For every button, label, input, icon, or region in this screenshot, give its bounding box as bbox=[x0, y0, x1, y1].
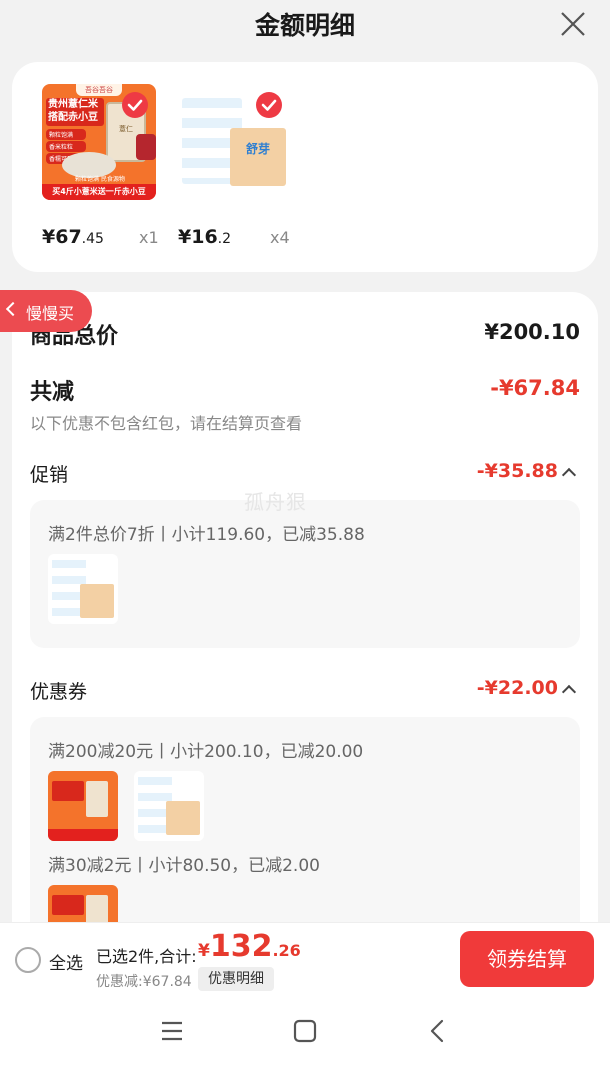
product-title-line2: 搭配赤小豆 bbox=[48, 112, 98, 123]
watermark: 孤舟狠 bbox=[244, 490, 307, 514]
product-tag: 颗粒饱满 bbox=[46, 129, 86, 140]
coupon-value[interactable]: -¥22.00 bbox=[477, 677, 558, 699]
amount-detail-card: 商品总价 ¥200.10 共减 -¥67.84 以下优惠不包含红包，请在结算页查… bbox=[12, 292, 598, 957]
selected-summary: 已选2件,合计: bbox=[96, 947, 197, 966]
total-reduce-label: 共减 bbox=[30, 380, 75, 405]
product-quantity: x4 bbox=[270, 228, 290, 247]
price-integer: ¥16 bbox=[178, 226, 218, 248]
tissue-brand: 舒芽 bbox=[245, 142, 270, 156]
chevron-left-icon bbox=[5, 301, 21, 317]
close-icon[interactable] bbox=[560, 11, 586, 37]
back-icon[interactable] bbox=[428, 1019, 446, 1043]
promotion-value[interactable]: -¥35.88 bbox=[477, 460, 558, 482]
product-card: 吾谷吾谷 贵州薏仁米 搭配赤小豆 颗粒饱满 香米粒粒 香糯可口 薏仁 颗粒饱满 … bbox=[12, 62, 598, 272]
price-decimal: .45 bbox=[81, 231, 104, 247]
product-price: ¥67.45 bbox=[42, 226, 104, 248]
product-tag: 香米粒粒 bbox=[46, 141, 86, 152]
coupon-line: 满30减2元丨小计80.50，已减2.00 bbox=[48, 856, 320, 876]
checkout-button[interactable]: 领券结算 bbox=[460, 931, 594, 987]
product-brand-label: 吾谷吾谷 bbox=[76, 84, 122, 96]
product-quantity: x1 bbox=[139, 228, 159, 247]
coupon-label: 优惠券 bbox=[30, 681, 88, 703]
home-square-icon[interactable] bbox=[293, 1019, 317, 1043]
back-pill-label: 慢慢买 bbox=[26, 304, 75, 323]
page-title: 金额明细 bbox=[254, 11, 355, 40]
menu-icon[interactable] bbox=[160, 1020, 184, 1042]
discount-detail-button[interactable]: 优惠明细 bbox=[198, 967, 274, 991]
header: 金额明细 bbox=[0, 0, 610, 52]
selected-check-icon[interactable] bbox=[122, 92, 148, 118]
system-nav-bar bbox=[0, 996, 610, 1067]
select-all-radio[interactable] bbox=[15, 947, 41, 973]
total-integer: 132 bbox=[209, 929, 273, 964]
product-title-block: 贵州薏仁米 搭配赤小豆 bbox=[46, 98, 104, 126]
promotion-line: 满2件总价7折丨小计119.60，已减35.88 bbox=[48, 525, 365, 545]
coupon-item-thumb[interactable] bbox=[48, 771, 118, 841]
jar-label: 薏仁 bbox=[119, 125, 133, 133]
discount-note: 以下优惠不包含红包，请在结算页查看 bbox=[30, 414, 303, 433]
product-strip: 颗粒饱满 民食源物 bbox=[75, 176, 125, 183]
coupon-box: 满200减20元丨小计200.10，已减20.00 满30减2元丨小计80.50… bbox=[30, 717, 580, 957]
checkout-bar: 全选 已选2件,合计: ¥132.26 优惠减:¥67.84 优惠明细 领券结算 bbox=[0, 922, 610, 997]
product-price: ¥16.2 bbox=[178, 226, 231, 248]
total-decimal: .26 bbox=[272, 941, 301, 960]
coupon-line: 满200减20元丨小计200.10，已减20.00 bbox=[48, 742, 364, 762]
total-amount: ¥132.26 bbox=[198, 929, 301, 964]
price-decimal: .2 bbox=[217, 231, 232, 247]
discount-summary: 优惠减:¥67.84 bbox=[96, 974, 192, 990]
selected-check-icon[interactable] bbox=[256, 92, 282, 118]
select-all-label[interactable]: 全选 bbox=[49, 949, 83, 974]
promotion-box: 满2件总价7折丨小计119.60，已减35.88 bbox=[30, 500, 580, 648]
goods-total-value: ¥200.10 bbox=[484, 320, 580, 344]
tissue-box-graphic: 舒芽 bbox=[230, 128, 286, 186]
promotion-label: 促销 bbox=[30, 464, 69, 486]
price-integer: ¥67 bbox=[42, 226, 82, 248]
beans-graphic bbox=[136, 134, 156, 160]
chevron-up-icon[interactable] bbox=[561, 684, 577, 700]
chevron-up-icon[interactable] bbox=[561, 467, 577, 483]
total-reduce-value: -¥67.84 bbox=[490, 376, 580, 400]
back-pill-button[interactable]: 慢慢买 bbox=[0, 290, 92, 332]
product-title-line1: 贵州薏仁米 bbox=[48, 99, 98, 110]
product-banner: 买4斤小薏米送一斤赤小豆 bbox=[42, 184, 156, 200]
total-symbol: ¥ bbox=[198, 941, 210, 961]
promotion-item-thumb[interactable] bbox=[48, 554, 118, 624]
coupon-item-thumb[interactable] bbox=[134, 771, 204, 841]
